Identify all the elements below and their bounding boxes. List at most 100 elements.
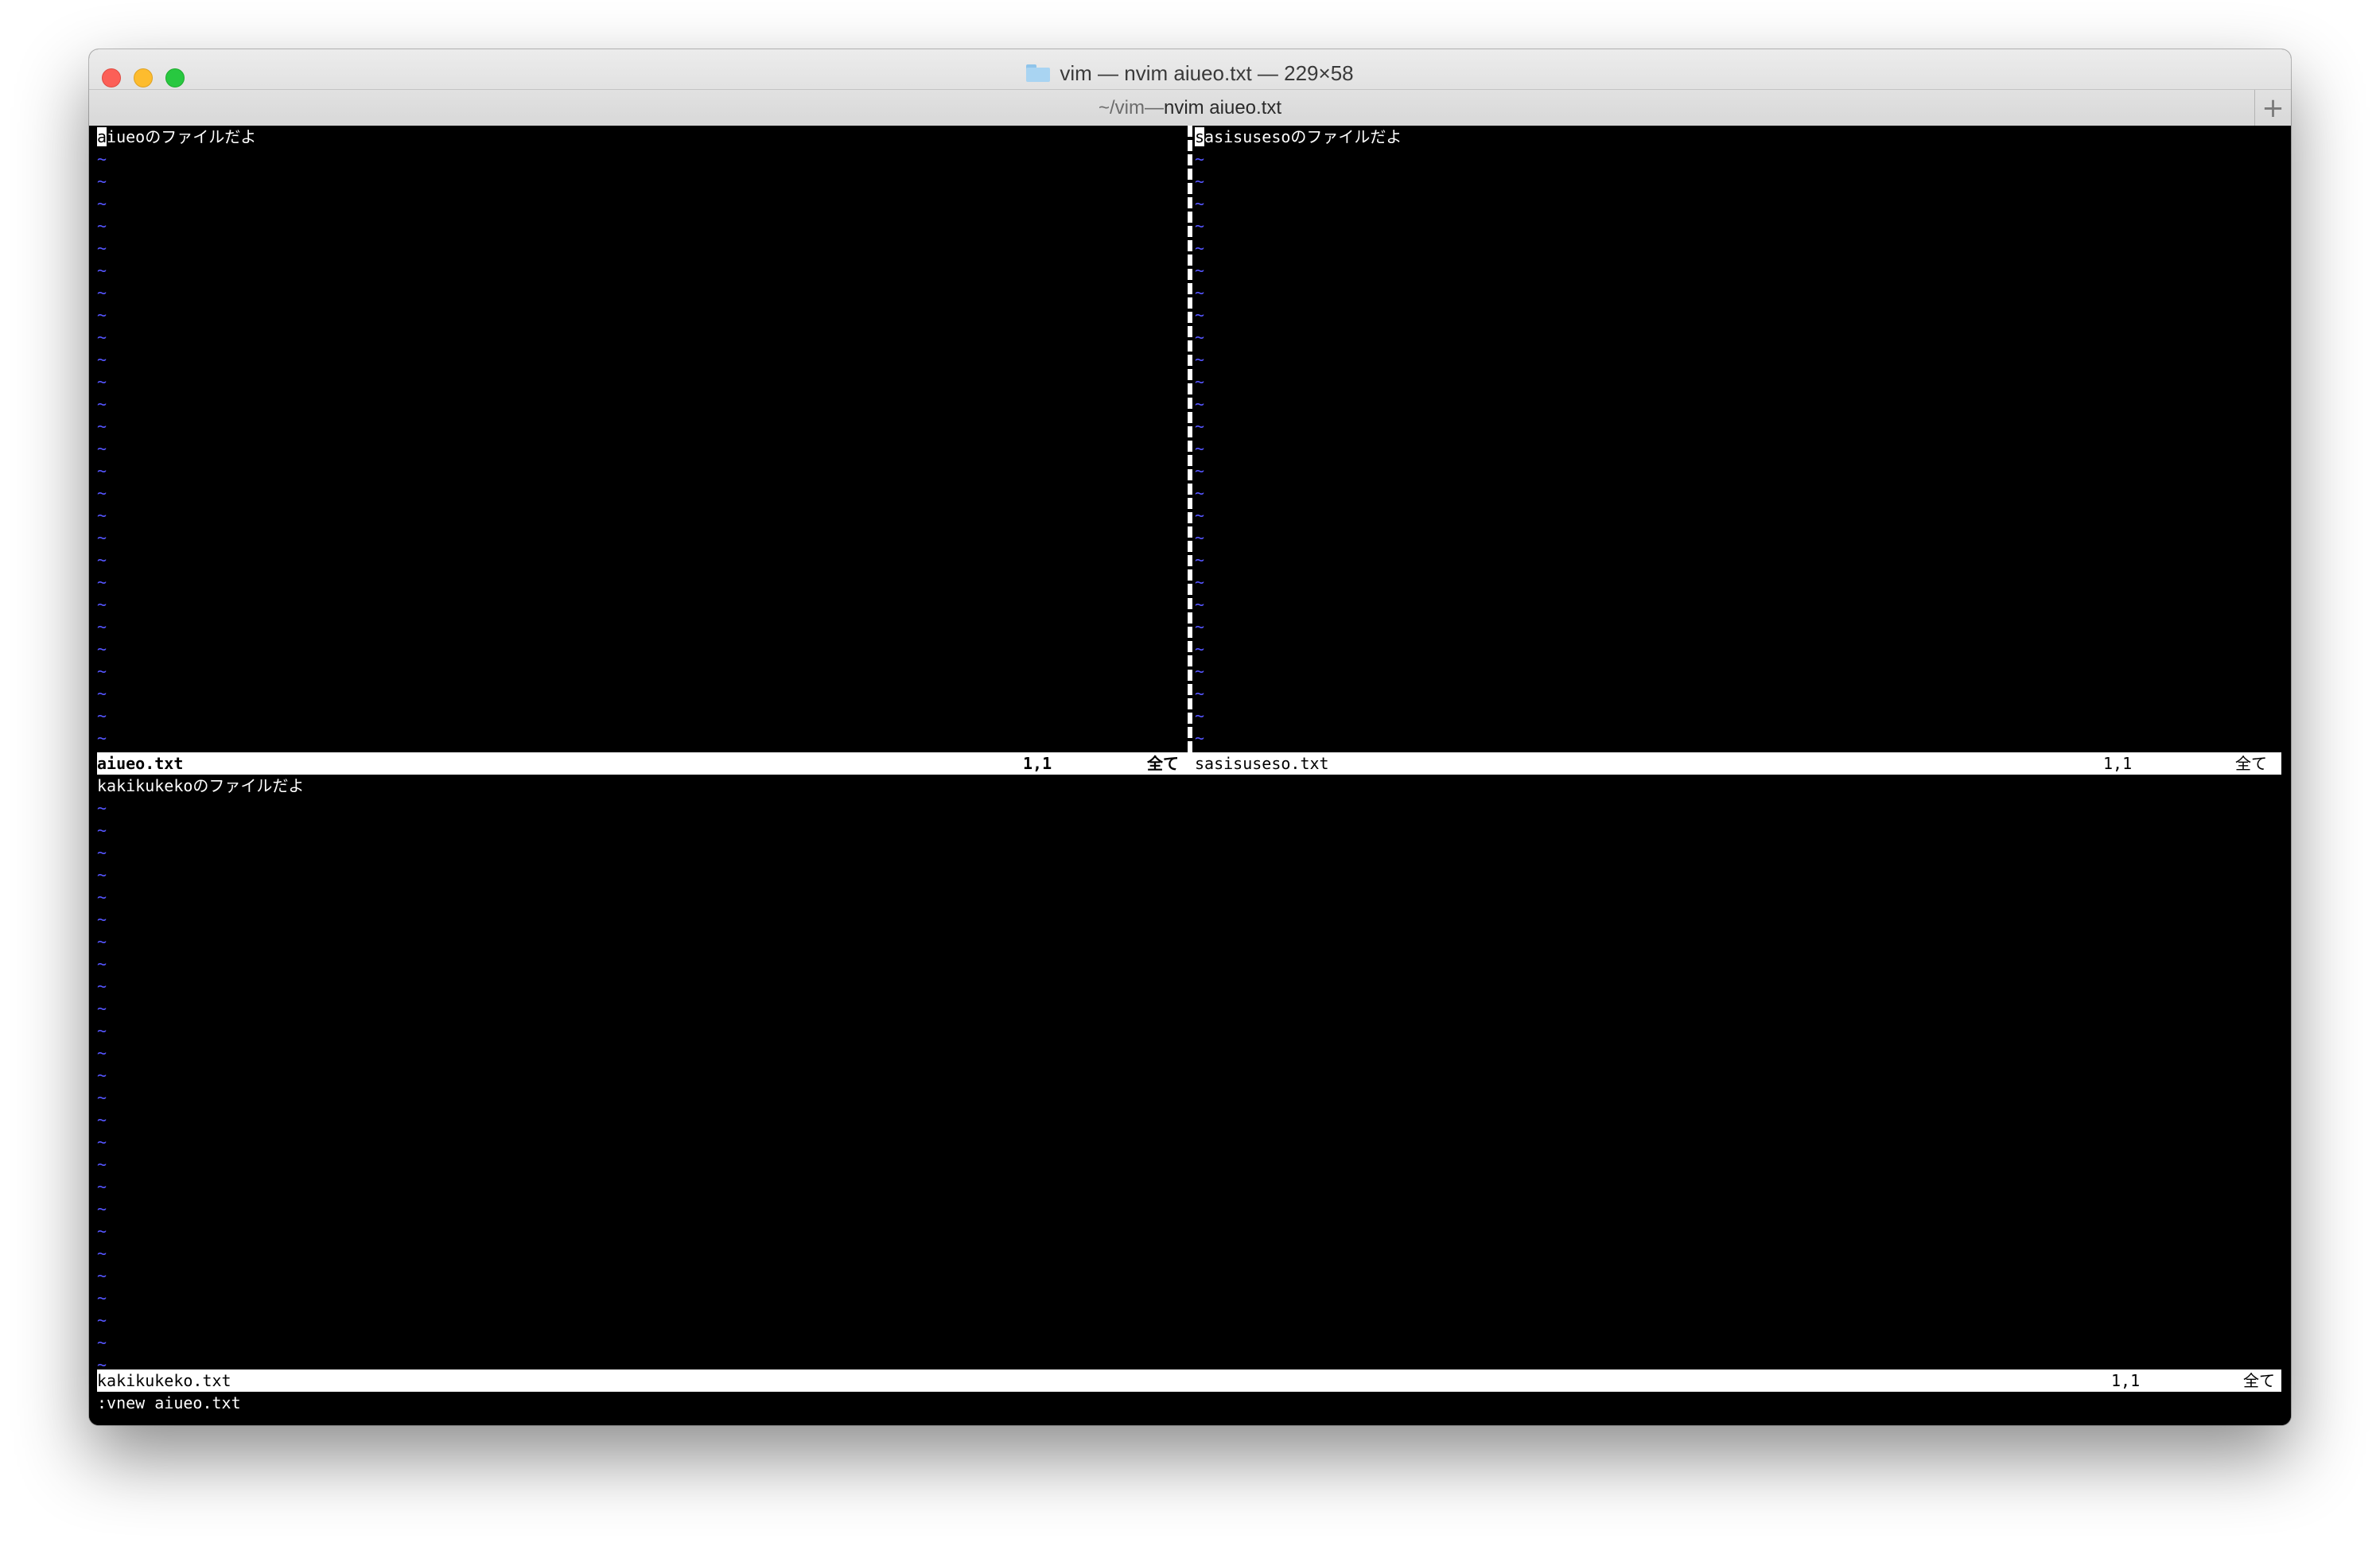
empty-line-tilde: ~ (97, 172, 107, 191)
empty-line-tilde: ~ (97, 1132, 107, 1152)
empty-line-tilde: ~ (97, 954, 107, 973)
tab-command: nvim aiueo.txt (1163, 96, 1282, 118)
buffer-line: kakikukekoのファイルだよ (89, 775, 2291, 797)
empty-line-tilde: ~ (1195, 728, 1205, 748)
buffer-line: sasisusesoのファイルだよ (1195, 126, 2291, 148)
empty-line-tilde: ~ (1195, 350, 1205, 369)
empty-line-tilde: ~ (1195, 394, 1205, 414)
empty-line-tilde: ~ (97, 821, 107, 840)
empty-line-tilde: ~ (97, 350, 107, 369)
empty-line-tilde: ~ (1195, 550, 1205, 569)
empty-line-tilde: ~ (97, 1155, 107, 1174)
empty-line-tilde: ~ (97, 283, 107, 302)
vertical-split-separator[interactable] (1185, 126, 1195, 752)
empty-line-tilde: ~ (97, 888, 107, 907)
empty-line-tilde: ~ (97, 372, 107, 391)
empty-line-tilde: ~ (1195, 484, 1205, 503)
new-tab-button[interactable]: + (2254, 90, 2291, 126)
empty-line-tilde: ~ (97, 239, 107, 258)
empty-line-tilde: ~ (1195, 439, 1205, 458)
window-title-area: vim — nvim aiueo.txt — 229×58 (89, 57, 2291, 89)
empty-line-tilde: ~ (97, 550, 107, 569)
terminal-content[interactable]: aiueoのファイルだよ ~ ~ ~ ~ ~ ~ ~ ~ ~ ~ ~ ~ ~ ~ ~ ~ ~ ~ ~ ~ ~ ~ ~ ~ ~ ~ ~… (89, 126, 2291, 1425)
empty-line-tilde: ~ (97, 484, 107, 503)
empty-line-tilde: ~ (1195, 617, 1205, 636)
empty-line-tilde: ~ (1195, 305, 1205, 324)
statusline-sasisuseso: sasisuseso.txt 1,1 全て (1185, 752, 2281, 775)
empty-line-tilde: ~ (1195, 639, 1205, 659)
empty-line-tilde: ~ (97, 1043, 107, 1063)
empty-line-tilde: ~ (97, 706, 107, 725)
tab-bar[interactable]: ~/vim — nvim aiueo.txt + (89, 89, 2291, 126)
empty-line-tilde: ~ (97, 662, 107, 681)
buffer-line: aiueoのファイルだよ (89, 126, 1185, 148)
empty-line-tilde: ~ (1195, 684, 1205, 703)
empty-line-tilde: ~ (97, 1333, 107, 1352)
status-scroll: 全て (2235, 754, 2267, 773)
empty-line-tilde: ~ (97, 573, 107, 592)
plus-icon: + (2261, 91, 2285, 124)
empty-line-tilde: ~ (1195, 328, 1205, 347)
empty-line-tilde: ~ (97, 1021, 107, 1040)
line-text: kakikukekoのファイルだよ (97, 776, 305, 795)
empty-line-tilde: ~ (97, 417, 107, 436)
empty-line-tilde: ~ (97, 394, 107, 414)
empty-line-tilde: ~ (97, 305, 107, 324)
empty-line-tilde: ~ (97, 150, 107, 169)
empty-line-tilde: ~ (1195, 417, 1205, 436)
empty-line-tilde: ~ (1195, 461, 1205, 480)
empty-line-tilde: ~ (97, 439, 107, 458)
empty-line-tilde: ~ (97, 1222, 107, 1241)
empty-line-tilde: ~ (97, 1088, 107, 1107)
status-filename: sasisuseso.txt (1195, 754, 1329, 773)
line-text: asisusesoのファイルだよ (1204, 127, 1402, 146)
pane-sasisuseso[interactable]: sasisusesoのファイルだよ ~ ~ ~ ~ ~ ~ ~ ~ ~ ~ ~ ~ ~ ~ ~ ~ ~ ~ ~ ~ ~ ~… (1195, 126, 2291, 752)
empty-line-tilde: ~ (97, 1177, 107, 1196)
command-line[interactable]: :vnew aiueo.txt (97, 1392, 241, 1414)
empty-line-tilde: ~ (97, 999, 107, 1018)
empty-line-tilde: ~ (97, 1110, 107, 1129)
empty-line-tilde: ~ (97, 1266, 107, 1285)
empty-line-tilde: ~ (1195, 194, 1205, 213)
empty-line-tilde: ~ (1195, 573, 1205, 592)
statusline-kakikukeko: kakikukeko.txt 1,1 全て (97, 1369, 2281, 1392)
statusline-aiueo: aiueo.txt 1,1 全て (97, 752, 1185, 775)
empty-line-tilde: ~ (1195, 172, 1205, 191)
empty-line-tilde: ~ (97, 194, 107, 213)
status-filename: kakikukeko.txt (97, 1371, 231, 1390)
empty-line-tilde: ~ (97, 865, 107, 884)
pane-kakikukeko[interactable]: kakikukekoのファイルだよ ~ ~ ~ ~ ~ ~ ~ ~ ~ ~ ~ ~ ~ ~ ~ ~ ~ ~ ~ ~ ~ ~… (89, 775, 2291, 1379)
status-scroll: 全て (2243, 1371, 2275, 1390)
empty-line-tilde: ~ (97, 798, 107, 818)
empty-line-tilde: ~ (97, 1066, 107, 1085)
empty-line-tilde: ~ (97, 328, 107, 347)
empty-line-tilde: ~ (97, 617, 107, 636)
pane-aiueo[interactable]: aiueoのファイルだよ ~ ~ ~ ~ ~ ~ ~ ~ ~ ~ ~ ~ ~ ~ ~ ~ ~ ~ ~ ~ ~ ~ ~ ~ ~ ~ ~ (89, 126, 1185, 752)
empty-line-tilde: ~ (97, 528, 107, 547)
terminal-window: vim — nvim aiueo.txt — 229×58 ~/vim — nv… (89, 49, 2291, 1425)
folder-icon (1026, 64, 1051, 82)
empty-line-tilde: ~ (97, 261, 107, 280)
status-position: 1,1 (2111, 1371, 2141, 1390)
empty-line-tilde: ~ (97, 506, 107, 525)
empty-line-tilde: ~ (97, 595, 107, 614)
cursor: a (97, 127, 107, 146)
line-text: iueoのファイルだよ (107, 127, 257, 146)
empty-line-tilde: ~ (97, 684, 107, 703)
empty-line-tilde: ~ (97, 1244, 107, 1263)
status-filename: aiueo.txt (97, 754, 184, 773)
empty-line-tilde: ~ (1195, 595, 1205, 614)
empty-line-tilde: ~ (1195, 261, 1205, 280)
empty-line-tilde: ~ (97, 843, 107, 862)
empty-line-tilde: ~ (1195, 506, 1205, 525)
status-position: 1,1 (1023, 754, 1052, 773)
titlebar[interactable]: vim — nvim aiueo.txt — 229×58 ~/vim — nv… (89, 49, 2291, 126)
empty-line-tilde: ~ (1195, 216, 1205, 235)
empty-line-tilde: ~ (1195, 528, 1205, 547)
empty-line-tilde: ~ (1195, 662, 1205, 681)
cursor: s (1195, 127, 1205, 146)
status-position: 1,1 (2103, 754, 2133, 773)
empty-line-tilde: ~ (97, 977, 107, 996)
empty-line-tilde: ~ (97, 216, 107, 235)
empty-line-tilde: ~ (1195, 283, 1205, 302)
